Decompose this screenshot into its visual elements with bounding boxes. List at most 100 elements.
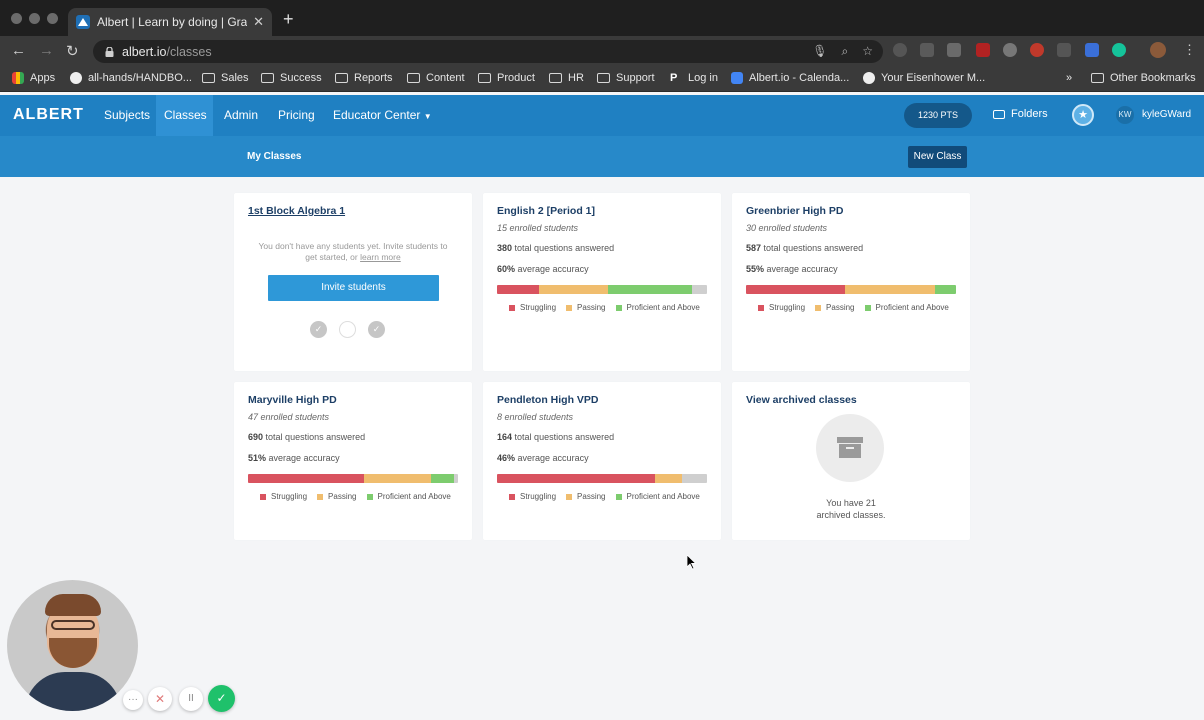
- bar-segment-struggling: [497, 474, 655, 483]
- bookmark-calendar[interactable]: Albert.io - Calenda...: [731, 72, 849, 84]
- learn-more-link[interactable]: learn more: [360, 252, 401, 262]
- extension-ublock-icon[interactable]: [976, 43, 990, 57]
- profile-avatar[interactable]: [1150, 42, 1166, 58]
- achievement-star-icon[interactable]: ★: [1072, 104, 1094, 126]
- extension-briefcase-icon[interactable]: [947, 43, 961, 57]
- nav-subjects[interactable]: Subjects: [96, 95, 158, 136]
- bookmark-label: Apps: [30, 72, 56, 84]
- window-minimize-button[interactable]: [29, 13, 40, 24]
- enrolled-count: 15 enrolled students: [497, 223, 579, 233]
- folder-icon: [993, 109, 1005, 119]
- bookmark-label: Albert.io - Calenda...: [749, 72, 850, 84]
- recorder-pause-button[interactable]: II: [179, 687, 203, 711]
- class-title-link[interactable]: Maryville High PD: [248, 394, 337, 406]
- class-title-link[interactable]: English 2 [Period 1]: [497, 205, 595, 217]
- legend-label: Struggling: [520, 303, 557, 312]
- bookmark-eisenhower[interactable]: Your Eisenhower M...: [863, 72, 985, 84]
- bookmark-support[interactable]: Support: [597, 72, 655, 84]
- extension-puzzle-icon[interactable]: [1057, 43, 1071, 57]
- accuracy-value: 51%: [248, 453, 267, 463]
- sub-header: My Classes New Class: [0, 136, 1204, 177]
- nav-pricing[interactable]: Pricing: [270, 95, 323, 136]
- back-arrow-icon[interactable]: ←: [11, 42, 26, 59]
- albert-favicon-icon: [76, 15, 90, 29]
- legend-passing: Passing: [815, 303, 855, 312]
- folders-link[interactable]: Folders: [993, 108, 1048, 120]
- address-bar[interactable]: albert.io/classes 🎙 ⌕ ☆: [93, 40, 883, 63]
- bookmark-apps[interactable]: Apps: [12, 72, 55, 84]
- webcam-shirt: [25, 672, 121, 711]
- nav-educator-center[interactable]: Educator Center ▼: [325, 95, 440, 136]
- recorder-cancel-button[interactable]: ✕: [148, 687, 172, 711]
- window-close-button[interactable]: [11, 13, 22, 24]
- legend-proficient: Proficient and Above: [366, 492, 451, 501]
- accuracy-label: average accuracy: [517, 453, 589, 463]
- bookmark-star-icon[interactable]: ☆: [862, 44, 873, 59]
- browser-tab[interactable]: Albert | Learn by doing | Grades ✕: [68, 8, 272, 36]
- bookmark-other[interactable]: Other Bookmarks: [1091, 72, 1196, 84]
- webcam-bubble[interactable]: [7, 580, 138, 711]
- microphone-icon[interactable]: 🎙: [812, 44, 827, 59]
- questions-label: total questions answered: [514, 243, 615, 253]
- average-accuracy: 51% average accuracy: [248, 453, 340, 463]
- bookmark-hr[interactable]: HR: [549, 72, 584, 84]
- new-class-button[interactable]: New Class: [908, 146, 967, 168]
- bookmark-log-in[interactable]: P Log in: [670, 72, 718, 84]
- user-avatar[interactable]: KW: [1116, 106, 1134, 124]
- enrolled-count: 47 enrolled students: [248, 412, 330, 422]
- extension-cast-icon[interactable]: [920, 43, 934, 57]
- browser-menu-icon[interactable]: ⋮: [1183, 42, 1196, 58]
- class-title-link[interactable]: Pendleton High VPD: [497, 394, 599, 406]
- folder-icon: [549, 73, 562, 83]
- bookmark-content[interactable]: Content: [407, 72, 465, 84]
- bookmark-label: Other Bookmarks: [1110, 72, 1196, 84]
- bookmark-success[interactable]: Success: [261, 72, 322, 84]
- tab-close-icon[interactable]: ✕: [253, 14, 264, 30]
- brand-logo[interactable]: ALBERT: [13, 106, 84, 124]
- points-badge[interactable]: 1230 PTS: [904, 103, 972, 128]
- legend-struggling: Struggling: [509, 303, 556, 312]
- reload-icon[interactable]: ↻: [66, 42, 79, 60]
- bookmark-handbook[interactable]: all-hands/HANDBO...: [70, 72, 192, 84]
- proficient-swatch: [864, 305, 871, 311]
- invite-students-button[interactable]: Invite students: [268, 275, 439, 301]
- bar-segment-proficient: [608, 285, 693, 294]
- bookmark-sales[interactable]: Sales: [202, 72, 249, 84]
- extension-chart-icon[interactable]: [1003, 43, 1017, 57]
- questions-answered: 164 total questions answered: [497, 432, 614, 442]
- archived-classes-card[interactable]: View archived classes You have 21 archiv…: [732, 382, 970, 540]
- extension-record-icon[interactable]: [1030, 43, 1044, 57]
- bar-segment-unanswered: [692, 285, 707, 294]
- bookmarks-overflow-icon[interactable]: »: [1066, 72, 1072, 84]
- new-tab-button[interactable]: +: [283, 9, 294, 30]
- passing-swatch: [815, 305, 822, 311]
- bookmark-product[interactable]: Product: [478, 72, 535, 84]
- nav-classes[interactable]: Classes: [156, 95, 213, 136]
- extension-info-icon[interactable]: [893, 43, 907, 57]
- forward-arrow-icon[interactable]: →: [39, 42, 54, 59]
- window-zoom-button[interactable]: [47, 13, 58, 24]
- legend-label: Proficient and Above: [626, 492, 700, 501]
- webcam-glasses: [51, 620, 95, 630]
- performance-bar: [746, 285, 956, 294]
- class-title-link[interactable]: 1st Block Algebra 1: [248, 205, 345, 217]
- bookmark-reports[interactable]: Reports: [335, 72, 393, 84]
- recorder-more-button[interactable]: ···: [123, 690, 143, 710]
- webcam-hair: [45, 594, 101, 616]
- legend-proficient: Proficient and Above: [615, 303, 700, 312]
- bookmark-label: Sales: [221, 72, 249, 84]
- step-complete-check-icon: ✓: [368, 321, 385, 338]
- extension-link-icon[interactable]: [1085, 43, 1099, 57]
- recorder-done-button[interactable]: ✓: [208, 685, 235, 712]
- extension-grammarly-icon[interactable]: [1112, 43, 1126, 57]
- caret-down-icon: ▼: [423, 112, 432, 121]
- app-header: ALBERT Subjects Classes Admin Pricing Ed…: [0, 95, 1204, 136]
- nav-admin[interactable]: Admin: [216, 95, 266, 136]
- browser-toolbar: ← → ↻ albert.io/classes 🎙 ⌕ ☆ ⋮: [0, 36, 1204, 67]
- step-incomplete-circle-icon: [339, 321, 356, 338]
- archived-classes-link[interactable]: View archived classes: [746, 394, 857, 406]
- class-title-link[interactable]: Greenbrier High PD: [746, 205, 843, 217]
- average-accuracy: 60% average accuracy: [497, 264, 589, 274]
- zoom-icon[interactable]: ⌕: [842, 44, 849, 59]
- username[interactable]: kyleGWard: [1142, 109, 1191, 120]
